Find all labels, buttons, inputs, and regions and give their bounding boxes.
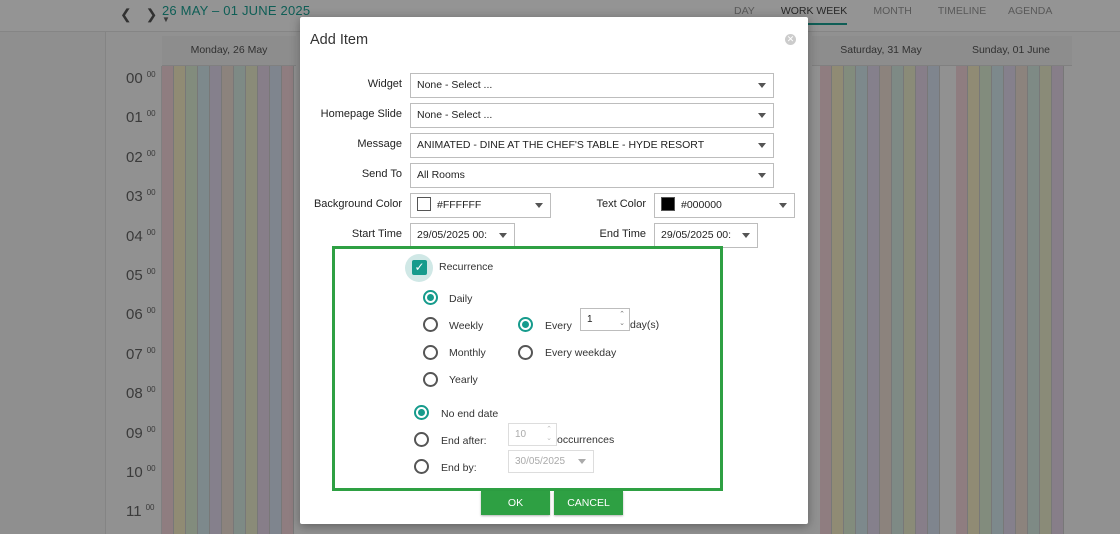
pattern-yearly-radio[interactable] <box>423 372 438 387</box>
chevron-down-icon <box>758 83 766 88</box>
end-by-radio[interactable] <box>414 459 429 474</box>
occurrences-label: occurrences <box>557 434 615 446</box>
no-end-date-label: No end date <box>441 408 499 420</box>
chevron-down-icon <box>742 233 750 238</box>
stepper-arrows-icon[interactable]: ⌃ ⌄ <box>546 425 552 443</box>
ok-button[interactable]: OK <box>481 491 550 515</box>
chevron-down-icon <box>758 173 766 178</box>
close-icon[interactable]: ✕ <box>785 34 796 45</box>
text-color-label: Text Color <box>596 198 646 210</box>
every-label: Every <box>545 320 572 332</box>
message-value: ANIMATED - DINE AT THE CHEF'S TABLE - HY… <box>417 139 705 151</box>
recurrence-label: Recurrence <box>439 261 494 273</box>
every-days-stepper[interactable]: 1 ⌃ ⌄ <box>580 308 630 331</box>
chevron-down-icon <box>758 143 766 148</box>
end-after-stepper[interactable]: 10 ⌃ ⌄ <box>508 423 557 446</box>
chevron-down-icon <box>758 113 766 118</box>
start-time-value: 29/05/2025 00: <box>417 229 488 241</box>
text-color-picker[interactable]: #000000 <box>654 193 795 218</box>
stepper-arrows-icon[interactable]: ⌃ ⌄ <box>619 310 625 328</box>
send-to-select[interactable]: All Rooms <box>410 163 774 188</box>
dialog-title: Add Item <box>310 32 369 48</box>
start-time-picker[interactable]: 29/05/2025 00: <box>410 223 515 248</box>
start-time-label: Start Time <box>351 228 402 240</box>
homepage-slide-value: None - Select ... <box>417 109 493 121</box>
chevron-down-icon <box>779 203 787 208</box>
chevron-down-icon <box>578 459 586 464</box>
end-time-label: End Time <box>599 228 646 240</box>
every-weekday-radio[interactable] <box>518 345 533 360</box>
every-days-value: 1 <box>587 314 593 325</box>
pattern-daily-label: Daily <box>449 293 473 305</box>
end-by-date-picker[interactable]: 30/05/2025 <box>508 450 594 473</box>
end-after-label: End after: <box>441 435 487 447</box>
widget-label: Widget <box>367 78 402 90</box>
recurrence-panel: ✓ Recurrence Daily Weekly Monthly Yearly… <box>332 246 723 491</box>
background-color-label: Background Color <box>313 198 402 210</box>
color-swatch <box>661 197 675 211</box>
every-weekday-label: Every weekday <box>545 347 617 359</box>
no-end-date-radio[interactable] <box>414 405 429 420</box>
send-to-value: All Rooms <box>417 169 465 181</box>
end-time-value: 29/05/2025 00: <box>661 229 732 241</box>
widget-select[interactable]: None - Select ... <box>410 73 774 98</box>
pattern-yearly-label: Yearly <box>449 374 478 386</box>
pattern-monthly-label: Monthly <box>449 347 486 359</box>
end-after-value: 10 <box>515 429 527 440</box>
pattern-monthly-radio[interactable] <box>423 345 438 360</box>
every-n-days-radio[interactable] <box>518 317 533 332</box>
end-after-radio[interactable] <box>414 432 429 447</box>
message-select[interactable]: ANIMATED - DINE AT THE CHEF'S TABLE - HY… <box>410 133 774 158</box>
chevron-down-icon <box>535 203 543 208</box>
end-by-label: End by: <box>441 462 477 474</box>
cancel-button[interactable]: CANCEL <box>554 491 623 515</box>
pattern-weekly-radio[interactable] <box>423 317 438 332</box>
pattern-weekly-label: Weekly <box>449 320 484 332</box>
homepage-slide-label: Homepage Slide <box>320 108 402 120</box>
pattern-daily-radio[interactable] <box>423 290 438 305</box>
text-color-value: #000000 <box>681 199 722 211</box>
send-to-label: Send To <box>361 168 402 180</box>
days-unit-label: day(s) <box>630 319 660 331</box>
recurrence-checkbox[interactable]: ✓ <box>412 260 427 275</box>
homepage-slide-select[interactable]: None - Select ... <box>410 103 774 128</box>
add-item-dialog: Add Item ✕ Widget None - Select ... Home… <box>300 17 808 524</box>
message-label: Message <box>357 138 402 150</box>
chevron-down-icon <box>499 233 507 238</box>
widget-value: None - Select ... <box>417 79 493 91</box>
color-swatch <box>417 197 431 211</box>
end-time-picker[interactable]: 29/05/2025 00: <box>654 223 758 248</box>
background-color-picker[interactable]: #FFFFFF <box>410 193 551 218</box>
background-color-value: #FFFFFF <box>437 199 482 211</box>
end-by-value: 30/05/2025 <box>515 456 566 467</box>
